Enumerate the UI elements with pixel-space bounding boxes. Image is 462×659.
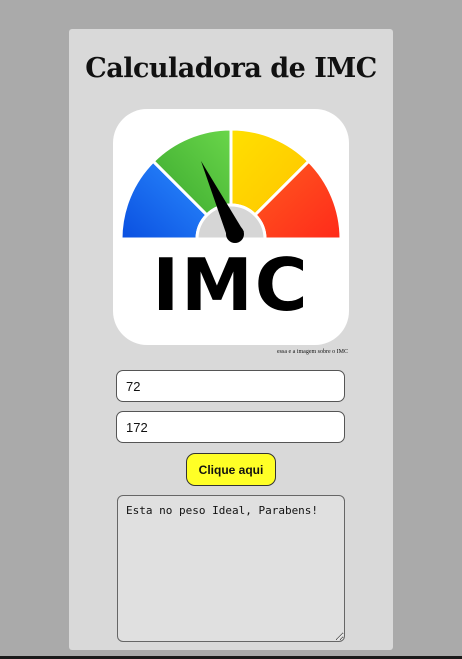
image-caption: essa e a imagem sobre o IMC	[277, 349, 348, 355]
height-input[interactable]	[116, 411, 345, 443]
logo-text: IMC	[152, 243, 310, 327]
calculate-button[interactable]: Clique aqui	[186, 453, 276, 486]
result-textarea[interactable]: Esta no peso Ideal, Parabens!	[117, 495, 345, 642]
imc-gauge-icon: IMC	[113, 109, 349, 345]
calculator-card: Calculadora de IMC IMC essa e a imagem s…	[69, 29, 393, 650]
weight-input[interactable]	[116, 370, 345, 402]
page-title: Calculadora de IMC	[85, 53, 377, 84]
